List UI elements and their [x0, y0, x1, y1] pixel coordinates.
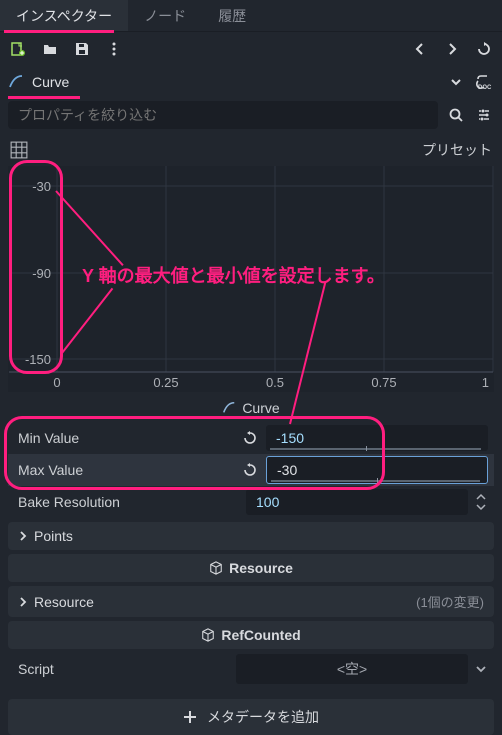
script-value[interactable]: <空>	[236, 654, 468, 684]
svg-text:DOC: DOC	[478, 85, 492, 91]
curve-graph[interactable]: -30 -90 -150 0 0.25 0.5 0.75 1	[8, 166, 494, 392]
max-value-reset-icon[interactable]	[240, 462, 260, 478]
min-value-reset-icon[interactable]	[240, 430, 260, 446]
script-dropdown-icon[interactable]	[474, 659, 488, 679]
graph-header: プリセット	[8, 136, 494, 166]
bake-resolution-field[interactable]: 100	[246, 489, 468, 515]
history-back-icon[interactable]	[410, 39, 430, 59]
bake-resolution-spinner-icon[interactable]	[474, 492, 488, 512]
tab-inspector[interactable]: インスペクター	[0, 0, 128, 31]
search-icon[interactable]	[446, 105, 466, 125]
extra-menu-icon[interactable]	[104, 39, 124, 59]
script-label: Script	[14, 661, 230, 677]
min-value-field[interactable]: -150	[266, 425, 488, 451]
section-points[interactable]: Points	[8, 522, 494, 550]
y-tick-0: -30	[32, 179, 51, 194]
save-resource-icon[interactable]	[72, 39, 92, 59]
resource-row: Curve DOC	[0, 66, 502, 98]
y-tick-1: -90	[32, 266, 51, 281]
max-value-label: Max Value	[14, 462, 234, 478]
x-tick-4: 1	[482, 375, 489, 390]
resource-name[interactable]: Curve	[32, 74, 438, 90]
prop-row-script: Script <空>	[8, 653, 494, 685]
section-resource-left[interactable]: Resource (1個の変更)	[8, 586, 494, 617]
curve-section-text: Curve	[242, 400, 279, 416]
add-metadata-button[interactable]: メタデータを追加	[8, 699, 494, 735]
dock-tabs: インスペクター ノード 履歴	[0, 0, 502, 32]
refresh-icon[interactable]	[474, 39, 494, 59]
tab-history[interactable]: 履歴	[202, 0, 262, 31]
prop-row-max-value: Max Value -30	[8, 454, 494, 486]
x-tick-1: 0.25	[153, 375, 178, 390]
doc-icon[interactable]: DOC	[474, 72, 494, 92]
new-resource-icon[interactable]	[8, 39, 28, 59]
section-refcounted[interactable]: RefCounted	[8, 621, 494, 649]
prop-row-min-value: Min Value -150	[8, 422, 494, 454]
min-value-label: Min Value	[14, 430, 234, 446]
y-tick-2: -150	[25, 352, 51, 367]
curve-section-label: Curve	[8, 394, 494, 422]
preset-label[interactable]: プリセット	[422, 140, 492, 160]
snap-icon[interactable]	[10, 141, 28, 159]
filter-row	[0, 98, 502, 132]
history-forward-icon[interactable]	[442, 39, 462, 59]
prop-row-bake-resolution: Bake Resolution 100	[8, 486, 494, 518]
curve-type-icon	[8, 74, 24, 90]
x-tick-0: 0	[53, 375, 60, 390]
tab-node[interactable]: ノード	[128, 0, 202, 31]
load-resource-icon[interactable]	[40, 39, 60, 59]
x-tick-2: 0.5	[266, 375, 284, 390]
resource-dropdown-icon[interactable]	[446, 72, 466, 92]
x-tick-3: 0.75	[371, 375, 396, 390]
filter-settings-icon[interactable]	[474, 105, 494, 125]
section-resource-center[interactable]: Resource	[8, 554, 494, 582]
property-filter-input[interactable]	[8, 101, 438, 129]
inspector-toolbar	[0, 32, 502, 66]
max-value-field[interactable]: -30	[266, 456, 488, 484]
bake-resolution-label: Bake Resolution	[14, 494, 214, 510]
